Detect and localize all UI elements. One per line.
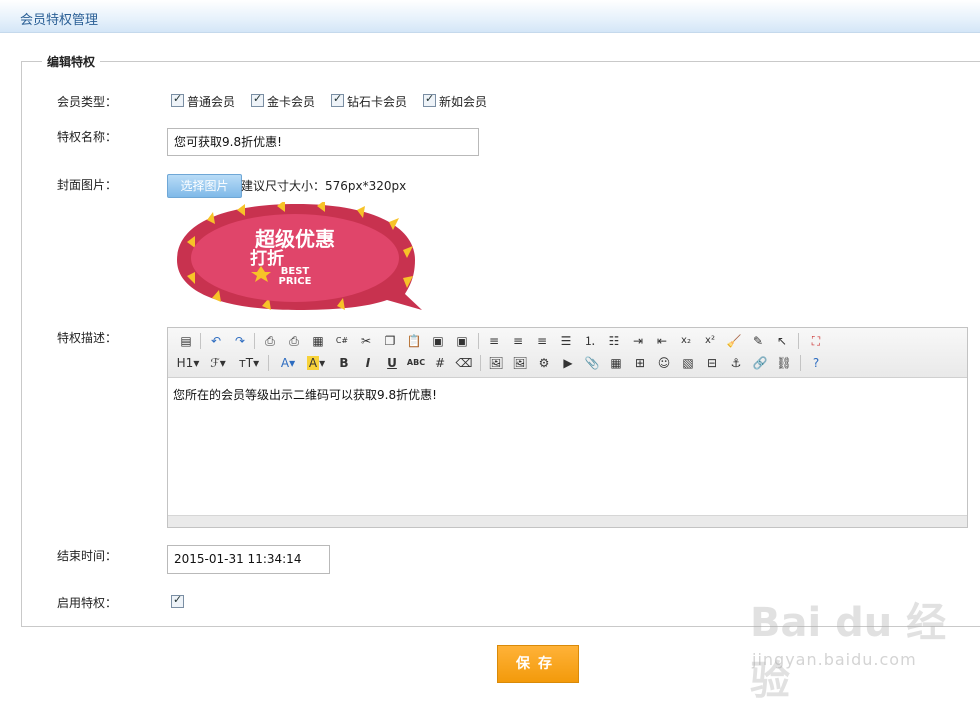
emoticon-icon[interactable]: ☺: [654, 353, 674, 373]
enable-checkbox[interactable]: [171, 593, 184, 608]
font-color-icon[interactable]: A▾: [276, 353, 300, 373]
font-size-icon[interactable]: тT▾: [236, 353, 262, 373]
redo-icon[interactable]: ↷: [230, 331, 250, 351]
editor-resize-bar[interactable]: [168, 515, 967, 527]
privilege-name-input[interactable]: 您可获取9.8折优惠!: [167, 128, 479, 156]
table-icon[interactable]: ▦: [606, 353, 626, 373]
cover-image-preview: 超级优惠 打折 BEST PRICE: [177, 202, 422, 310]
italic-icon[interactable]: I: [358, 353, 378, 373]
cut-icon[interactable]: ✂: [356, 331, 376, 351]
select-all-icon[interactable]: ✎: [748, 331, 768, 351]
outdent-icon[interactable]: ⇤: [652, 331, 672, 351]
unordered-list-icon[interactable]: ☷: [604, 331, 624, 351]
flash-icon[interactable]: ⚙: [534, 353, 554, 373]
template-icon[interactable]: ▦: [308, 331, 328, 351]
anchor-icon[interactable]: ⚓: [726, 353, 746, 373]
cover-image-text-line2: 打折: [250, 248, 284, 269]
checkbox[interactable]: [251, 92, 264, 107]
member-type-option-diamond[interactable]: 钻石卡会员: [331, 92, 407, 110]
strikethrough-icon[interactable]: ABC: [406, 353, 426, 373]
paste-word-icon[interactable]: ▣: [452, 331, 472, 351]
image-icon[interactable]: ▧: [678, 353, 698, 373]
cover-image-badge-line2: PRICE: [279, 276, 312, 287]
help-icon[interactable]: ?: [806, 353, 826, 373]
rich-text-editor[interactable]: ▤ ↶ ↷ ⎙ ⎙ ▦ C# ✂ ❐ 📋 ▣ ▣ ≡ ≡ ≡ ☰ ⒈ ☷ ⇥ ⇤…: [167, 327, 968, 528]
fullscreen-icon[interactable]: ⛶: [806, 331, 826, 351]
end-time-label: 结束时间：: [57, 549, 118, 563]
highlight-icon[interactable]: A ▾: [304, 353, 328, 373]
copy-icon[interactable]: ❐: [380, 331, 400, 351]
save-button[interactable]: 保存: [497, 645, 579, 683]
code-insert-icon[interactable]: ⊞: [630, 353, 650, 373]
align-justify-icon[interactable]: ☰: [556, 331, 576, 351]
align-left-icon[interactable]: ≡: [484, 331, 504, 351]
checkbox[interactable]: [423, 92, 436, 107]
description-label: 特权描述：: [57, 331, 118, 345]
ordered-list-icon[interactable]: ⒈: [580, 331, 600, 351]
clear-format-icon[interactable]: 🧹: [724, 331, 744, 351]
link-icon[interactable]: 🔗: [750, 353, 770, 373]
underline-icon[interactable]: U: [382, 353, 402, 373]
font-family-icon[interactable]: ℱ▾: [206, 353, 230, 373]
preview-icon[interactable]: ⎙: [260, 331, 280, 351]
undo-icon[interactable]: ↶: [206, 331, 226, 351]
section-legend: 编辑特权: [42, 53, 101, 70]
source-icon[interactable]: ▤: [176, 331, 196, 351]
enable-label: 启用特权：: [57, 596, 118, 610]
checkbox[interactable]: [331, 92, 344, 107]
align-right-icon[interactable]: ≡: [532, 331, 552, 351]
member-type-label: 会员类型：: [57, 95, 118, 109]
heading-icon[interactable]: H1▾: [174, 353, 202, 373]
privilege-name-label: 特权名称：: [57, 130, 118, 144]
pagebreak-icon[interactable]: ⊟: [702, 353, 722, 373]
code-icon[interactable]: C#: [332, 331, 352, 351]
paste-icon[interactable]: 📋: [404, 331, 424, 351]
watermark-url: jingyan.baidu.com: [752, 650, 917, 669]
checkbox[interactable]: [171, 92, 184, 107]
cover-image-label: 封面图片：: [57, 178, 118, 192]
eraser-icon[interactable]: ⌫: [454, 353, 474, 373]
align-center-icon[interactable]: ≡: [508, 331, 528, 351]
editor-toolbar: ▤ ↶ ↷ ⎙ ⎙ ▦ C# ✂ ❐ 📋 ▣ ▣ ≡ ≡ ≡ ☰ ⒈ ☷ ⇥ ⇤…: [168, 328, 967, 378]
end-time-input[interactable]: 2015-01-31 11:34:14: [167, 545, 330, 574]
image-upload-icon[interactable]: 🖼: [486, 353, 506, 373]
header-bar: 会员特权管理: [0, 0, 980, 33]
unlink-icon[interactable]: ⛓: [774, 353, 794, 373]
member-type-option-gold[interactable]: 金卡会员: [251, 92, 315, 110]
page-title: 会员特权管理: [20, 13, 99, 28]
multi-image-icon[interactable]: 🖼: [510, 353, 530, 373]
indent-icon[interactable]: ⇥: [628, 331, 648, 351]
attach-icon[interactable]: 📎: [582, 353, 602, 373]
cover-image-text-line1: 超级优惠: [254, 227, 335, 251]
superscript-icon[interactable]: x²: [700, 331, 720, 351]
cursor-icon[interactable]: ↖: [772, 331, 792, 351]
cover-size-hint: 建议尺寸大小：576px*320px: [241, 179, 407, 193]
media-icon[interactable]: ▶: [558, 353, 578, 373]
hr-icon[interactable]: #: [430, 353, 450, 373]
member-type-option-new[interactable]: 新如会员: [423, 92, 487, 110]
paste-text-icon[interactable]: ▣: [428, 331, 448, 351]
member-type-option-regular[interactable]: 普通会员: [171, 92, 235, 110]
editor-content[interactable]: 您所在的会员等级出示二维码可以获取9.8折优惠!: [173, 386, 437, 403]
watermark-logo: Bai du 经验: [750, 600, 947, 704]
bold-icon[interactable]: B: [334, 353, 354, 373]
subscript-icon[interactable]: x₂: [676, 331, 696, 351]
print-icon[interactable]: ⎙: [284, 331, 304, 351]
choose-image-button[interactable]: 选择图片: [167, 174, 242, 198]
